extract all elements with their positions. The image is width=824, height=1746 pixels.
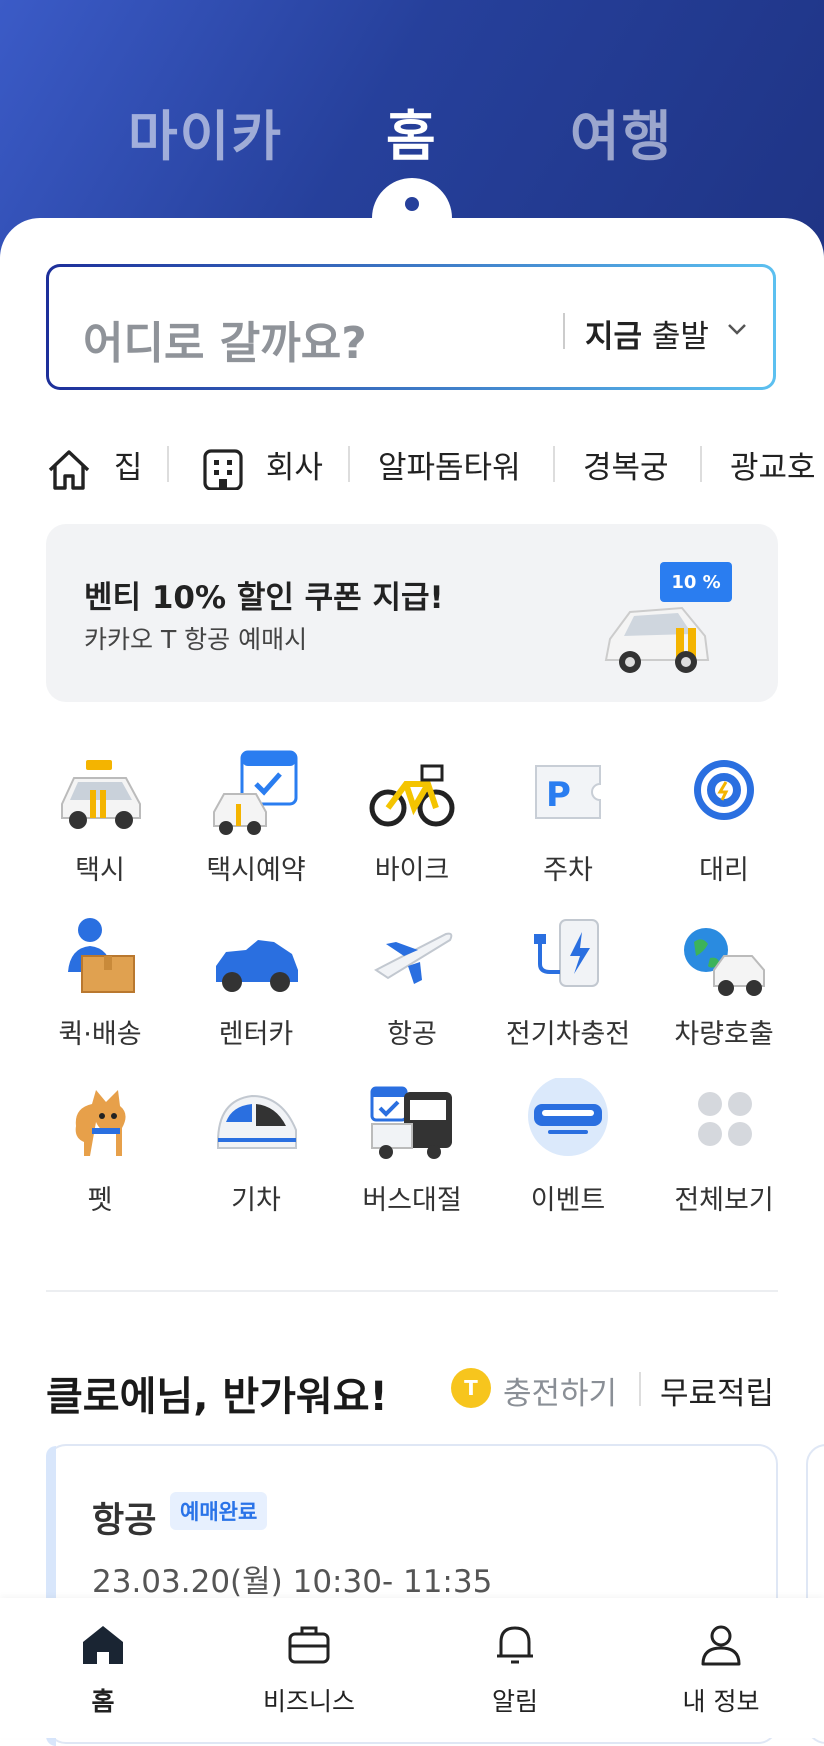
booking-card-title: 항공 — [92, 1501, 157, 1541]
convertible-car-icon — [216, 940, 298, 992]
nav-label: 알림 — [491, 1687, 538, 1716]
place-work[interactable]: 회사 — [202, 442, 323, 490]
charge-button[interactable]: 충전하기 — [503, 1368, 617, 1413]
airplane-icon — [374, 932, 453, 984]
service-rentcar[interactable]: 렌터카 — [196, 912, 316, 1062]
service-label: 주차 — [543, 855, 593, 886]
service-pet[interactable]: 펫 — [40, 1078, 160, 1228]
service-taxi[interactable]: 택시 — [40, 748, 160, 898]
nav-profile[interactable]: 내 정보 — [618, 1598, 824, 1738]
steering-wheel-icon — [694, 760, 754, 820]
place-gwanggyo[interactable]: 광교호 — [730, 442, 816, 487]
destination-search[interactable]: 어디로 갈까요? 지금 출발 — [46, 264, 776, 390]
banner-subtitle: 카카오 T 항공 예매시 — [84, 625, 308, 654]
t-coin-icon: T — [451, 1368, 491, 1408]
service-label: 전기차충전 — [505, 1019, 631, 1050]
nav-label: 비즈니스 — [262, 1687, 355, 1716]
service-flight[interactable]: 항공 — [352, 912, 472, 1062]
service-car-call[interactable]: 차량호출 — [664, 912, 784, 1062]
nav-home[interactable]: 홈 — [0, 1598, 206, 1738]
place-work-label: 회사 — [265, 450, 323, 486]
event-badge-icon — [528, 1078, 608, 1156]
briefcase-icon — [288, 1626, 330, 1664]
departure-time-selector[interactable]: 지금 출발 — [585, 311, 709, 356]
place-separator — [167, 446, 169, 482]
globe-car-icon — [684, 928, 765, 996]
favorite-places: 집 회사 알파돔타워 경복궁 광교호 — [46, 430, 824, 490]
booking-status-badge: 예매완료 — [170, 1492, 268, 1530]
service-label: 이벤트 — [530, 1185, 606, 1216]
service-train[interactable]: 기차 — [196, 1078, 316, 1228]
train-icon — [217, 1094, 297, 1149]
tab-travel[interactable]: 여행 — [570, 92, 673, 171]
service-label: 택시예약 — [206, 855, 306, 886]
bus-calendar-icon — [370, 1086, 452, 1159]
service-label: 택시 — [75, 855, 125, 886]
service-label: 퀵·배송 — [58, 1019, 142, 1050]
service-quick[interactable]: 퀵·배송 — [40, 912, 160, 1062]
service-bus-charter[interactable]: 버스대절 — [352, 1078, 472, 1228]
tab-home[interactable]: 홈 — [386, 92, 438, 171]
svg-text:P: P — [546, 775, 571, 815]
service-label: 펫 — [87, 1185, 113, 1216]
promo-banner[interactable]: 벤티 10% 할인 쿠폰 지급! 카카오 T 항공 예매시 10 % — [46, 524, 778, 702]
nav-business[interactable]: 비즈니스 — [206, 1598, 412, 1738]
dog-icon — [75, 1090, 126, 1156]
section-divider — [46, 1290, 778, 1292]
service-label: 렌터카 — [218, 1019, 294, 1050]
search-divider — [563, 313, 565, 349]
free-points-button[interactable]: 무료적립 — [660, 1368, 774, 1413]
service-ev-charge[interactable]: 전기차충전 — [506, 912, 630, 1062]
place-separator — [700, 446, 702, 482]
person-icon — [701, 1625, 741, 1666]
service-event[interactable]: 이벤트 — [508, 1078, 628, 1228]
service-driver[interactable]: 대리 — [664, 748, 784, 898]
service-bike[interactable]: 바이크 — [352, 748, 472, 898]
taxi-reserve-icon — [213, 750, 298, 835]
service-view-all[interactable]: 전체보기 — [664, 1078, 784, 1228]
place-gyeongbokgung[interactable]: 경복궁 — [583, 442, 669, 487]
place-separator — [348, 446, 350, 482]
departure-time-now: 지금 — [585, 319, 643, 355]
delivery-person-icon — [68, 918, 135, 993]
service-label: 차량호출 — [674, 1019, 774, 1050]
home-icon — [83, 1626, 123, 1664]
place-separator — [553, 446, 555, 482]
bike-icon — [369, 764, 455, 827]
service-label: 바이크 — [374, 855, 450, 886]
nav-alerts[interactable]: 알림 — [412, 1598, 618, 1738]
place-alphadom[interactable]: 알파돔타워 — [378, 442, 521, 487]
greeting-separator — [639, 1372, 641, 1406]
tab-indicator-dot — [405, 197, 419, 211]
parking-icon: P — [535, 765, 601, 819]
nav-label: 홈 — [91, 1687, 115, 1716]
service-label: 전체보기 — [674, 1185, 774, 1216]
search-placeholder[interactable]: 어디로 갈까요? — [83, 307, 367, 371]
service-label: 항공 — [387, 1019, 437, 1050]
place-home-label: 집 — [113, 450, 143, 486]
coupon-badge: 10 % — [660, 562, 732, 602]
banner-title: 벤티 10% 할인 쿠폰 지급! — [84, 580, 444, 616]
service-label: 버스대절 — [362, 1185, 462, 1216]
tab-mycar[interactable]: 마이카 — [128, 92, 283, 171]
taxi-icon — [61, 760, 141, 829]
building-icon — [203, 448, 243, 490]
service-label: 기차 — [231, 1185, 281, 1216]
booking-date: 23.03.20(월) 10:30- 11:35 — [92, 1564, 493, 1600]
service-taxi-reserve[interactable]: 택시예약 — [196, 748, 316, 898]
grid-dots-icon — [698, 1092, 752, 1146]
service-label: 대리 — [699, 855, 749, 886]
departure-label: 출발 — [642, 319, 709, 355]
bottom-navigation: 홈 비즈니스 알림 내 정보 — [0, 1598, 824, 1738]
place-home[interactable]: 집 — [46, 442, 142, 490]
bell-icon — [497, 1626, 533, 1664]
ev-charger-icon — [534, 919, 599, 987]
greeting-title: 클로에님, 반가워요! — [46, 1374, 388, 1420]
service-parking[interactable]: P 주차 — [508, 748, 628, 898]
nav-label: 내 정보 — [682, 1687, 760, 1716]
chevron-down-icon[interactable] — [725, 317, 749, 341]
home-icon — [48, 449, 90, 490]
